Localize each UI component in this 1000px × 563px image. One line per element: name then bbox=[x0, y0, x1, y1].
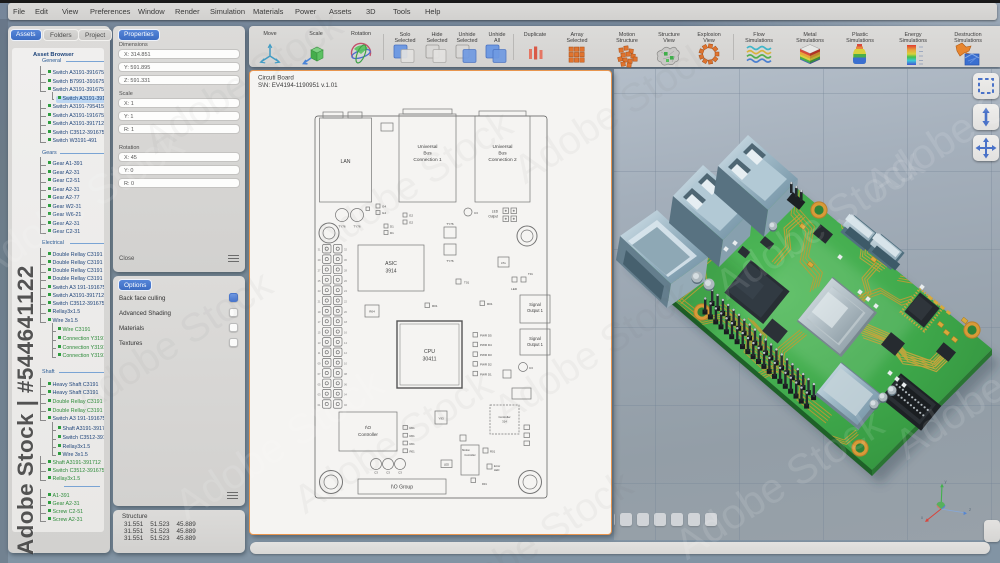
svg-text:14: 14 bbox=[344, 341, 347, 345]
svg-text:26: 26 bbox=[344, 279, 347, 283]
svg-text:27: 27 bbox=[318, 268, 321, 272]
svg-text:C3: C3 bbox=[474, 211, 478, 215]
svg-text:17: 17 bbox=[318, 320, 321, 324]
svg-text:30: 30 bbox=[344, 258, 347, 262]
svg-text:LED: LED bbox=[492, 210, 499, 214]
svg-text:23: 23 bbox=[318, 289, 321, 293]
svg-text:11: 11 bbox=[318, 351, 321, 355]
svg-text:LAN: LAN bbox=[340, 159, 350, 165]
svg-text:D1: D1 bbox=[390, 231, 394, 235]
svg-text:22: 22 bbox=[344, 299, 347, 303]
svg-text:TY76: TY76 bbox=[446, 259, 454, 263]
svg-text:LED: LED bbox=[444, 463, 449, 467]
svg-text:Controller: Controller bbox=[464, 453, 475, 457]
svg-text:kTu: kTu bbox=[501, 261, 506, 265]
svg-text:19: 19 bbox=[318, 310, 321, 314]
svg-text:12: 12 bbox=[344, 351, 347, 355]
svg-text:R01: R01 bbox=[432, 304, 438, 308]
svg-text:z: z bbox=[969, 507, 971, 512]
svg-text:25: 25 bbox=[318, 279, 321, 283]
svg-text:C3: C3 bbox=[398, 471, 402, 475]
svg-text:CPU: CPU bbox=[424, 349, 435, 355]
svg-text:PWR D5: PWR D5 bbox=[480, 334, 492, 338]
svg-text:28: 28 bbox=[344, 268, 347, 272]
svg-text:R01: R01 bbox=[490, 450, 496, 454]
svg-text:R01: R01 bbox=[487, 302, 493, 306]
svg-text:Signal: Signal bbox=[529, 336, 541, 341]
svg-text:I\O Group: I\O Group bbox=[391, 485, 413, 491]
svg-text:Output 1: Output 1 bbox=[527, 308, 544, 313]
svg-text:10: 10 bbox=[344, 362, 347, 366]
svg-text:PWR D3: PWR D3 bbox=[480, 353, 492, 357]
svg-text:G2: G2 bbox=[409, 214, 413, 218]
svg-text:y: y bbox=[945, 479, 948, 484]
svg-text:18: 18 bbox=[344, 320, 347, 324]
svg-text:16: 16 bbox=[344, 331, 347, 335]
svg-text:T01: T01 bbox=[464, 281, 470, 285]
svg-text:LED: LED bbox=[511, 287, 518, 291]
svg-text:21: 21 bbox=[318, 299, 321, 303]
svg-text:x: x bbox=[921, 515, 924, 520]
svg-text:Motion: Motion bbox=[462, 448, 470, 452]
svg-text:3914: 3914 bbox=[385, 269, 396, 275]
svg-text:LED: LED bbox=[494, 468, 499, 472]
svg-text:05: 05 bbox=[318, 382, 321, 386]
svg-text:Signal: Signal bbox=[529, 302, 541, 307]
svg-text:TY76: TY76 bbox=[446, 222, 454, 226]
svg-text:T01: T01 bbox=[528, 272, 533, 276]
svg-text:ASIC: ASIC bbox=[385, 261, 397, 267]
svg-text:G2: G2 bbox=[409, 221, 413, 225]
svg-text:09: 09 bbox=[318, 362, 321, 366]
svg-text:20: 20 bbox=[344, 310, 347, 314]
svg-text:D1: D1 bbox=[390, 225, 394, 229]
svg-text:07: 07 bbox=[318, 372, 321, 376]
svg-text:Output: Output bbox=[488, 215, 498, 219]
svg-text:Output 1: Output 1 bbox=[527, 342, 544, 347]
svg-text:30411: 30411 bbox=[422, 357, 436, 363]
svg-text:R04: R04 bbox=[369, 310, 375, 314]
svg-text:24: 24 bbox=[344, 289, 347, 293]
svg-text:13: 13 bbox=[318, 341, 321, 345]
svg-text:15: 15 bbox=[318, 331, 321, 335]
svg-text:29: 29 bbox=[318, 258, 321, 262]
svg-text:R01: R01 bbox=[482, 482, 487, 486]
svg-text:PWR D4: PWR D4 bbox=[480, 343, 492, 347]
svg-text:PWR D2: PWR D2 bbox=[480, 363, 492, 367]
